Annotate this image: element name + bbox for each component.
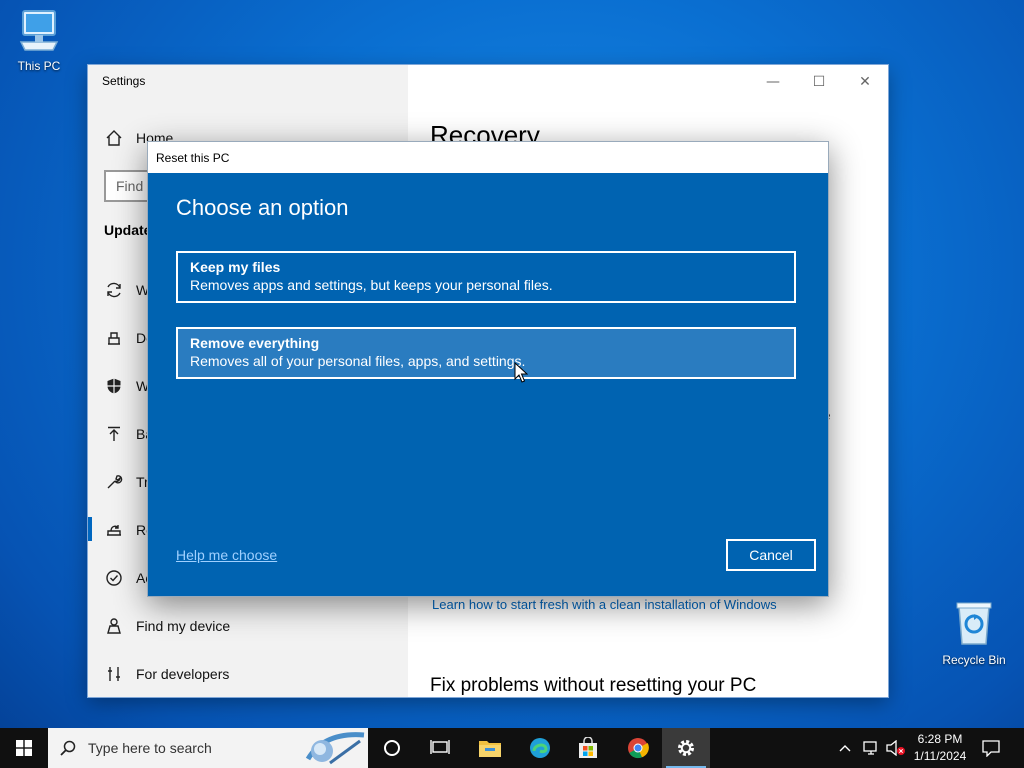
action-center-button[interactable] [982, 728, 1000, 768]
file-explorer-button[interactable] [466, 728, 514, 768]
search-highlight-icon [305, 732, 365, 765]
windows-logo-icon [16, 740, 32, 756]
developer-icon [104, 664, 124, 684]
store-icon [579, 737, 597, 758]
edge-icon [530, 738, 550, 758]
home-icon [104, 128, 124, 148]
recycle-bin-label: Recycle Bin [942, 653, 1006, 667]
sidebar-item-for-developers[interactable]: For developers [104, 661, 229, 687]
computer-icon [19, 10, 59, 51]
edge-button[interactable] [516, 728, 564, 768]
delivery-icon [104, 328, 124, 348]
cancel-button[interactable]: Cancel [726, 539, 816, 571]
recycle-bin-icon [956, 602, 992, 645]
network-button[interactable] [862, 728, 880, 768]
sync-icon [104, 280, 124, 300]
sidebar-item-find-my-device[interactable]: Find my device [104, 613, 230, 639]
minimize-icon: — [766, 74, 780, 90]
wrench-icon [104, 472, 124, 492]
this-pc-desktop-icon[interactable]: This PC [1, 8, 77, 73]
search-placeholder: Type here to search [88, 740, 212, 756]
learn-fresh-start-link[interactable]: Learn how to start fresh with a clean in… [432, 597, 777, 612]
minimize-button[interactable]: — [750, 67, 796, 97]
gear-icon [678, 740, 694, 756]
mouse-cursor-icon [514, 362, 528, 383]
keep-my-files-option[interactable]: Keep my files Removes apps and settings,… [176, 251, 796, 303]
chrome-button[interactable] [614, 728, 662, 768]
sidebar-item-backup[interactable]: Ba [104, 421, 153, 447]
close-button[interactable]: ✕ [842, 67, 888, 97]
clock-time: 6:28 PM [917, 732, 963, 746]
dialog-title: Reset this PC [156, 151, 230, 165]
fix-problems-heading: Fix problems without resetting your PC [430, 675, 757, 696]
option-description: Removes all of your personal files, apps… [190, 353, 526, 369]
taskbar-clock[interactable]: 6:28 PM 1/11/2024 [906, 731, 974, 765]
sidebar-item-label: For developers [136, 666, 230, 682]
person-icon [104, 616, 124, 636]
dialog-titlebar: Reset this PC [148, 142, 828, 173]
reset-pc-dialog: Reset this PC Choose an option Keep my f… [147, 141, 829, 597]
dialog-heading: Choose an option [176, 195, 349, 220]
settings-window-title: Settings [102, 74, 146, 88]
option-title: Remove everything [190, 335, 320, 351]
cancel-label: Cancel [749, 547, 793, 563]
backup-icon [104, 424, 124, 444]
option-title: Keep my files [190, 259, 281, 275]
maximize-icon: ☐ [812, 74, 826, 90]
chevron-up-icon [839, 745, 851, 752]
chrome-icon [628, 738, 649, 759]
option-description: Removes apps and settings, but keeps you… [190, 277, 553, 293]
remove-everything-option[interactable]: Remove everything Removes all of your pe… [176, 327, 796, 379]
sidebar-section-header: Update [104, 222, 152, 238]
help-me-choose-link[interactable]: Help me choose [176, 547, 277, 563]
task-view-button[interactable] [416, 728, 464, 768]
volume-button[interactable] [886, 728, 906, 768]
sidebar-item-troubleshoot[interactable]: Tr [104, 469, 149, 495]
recovery-icon [104, 520, 124, 540]
cortana-icon [384, 740, 400, 756]
settings-taskbar-button[interactable] [662, 728, 710, 768]
clock-date: 1/11/2024 [913, 749, 967, 763]
show-hidden-icons-button[interactable] [838, 728, 852, 768]
taskbar: Type here to search 6:28 PM 1/11/2024 [0, 728, 1024, 768]
this-pc-label: This PC [17, 59, 61, 73]
cortana-button[interactable] [368, 728, 416, 768]
search-icon [60, 740, 76, 756]
notification-icon [982, 740, 1000, 757]
start-button[interactable] [0, 728, 48, 768]
store-button[interactable] [564, 728, 612, 768]
activation-icon [104, 568, 124, 588]
maximize-button[interactable]: ☐ [796, 67, 842, 97]
sidebar-item-windows-security[interactable]: W [104, 373, 149, 399]
selected-indicator [88, 517, 92, 541]
sidebar-item-label: Find my device [136, 618, 231, 634]
settings-search-placeholder: Find [116, 178, 144, 194]
close-icon: ✕ [859, 74, 871, 90]
sidebar-item-activation[interactable]: Ac [104, 565, 152, 591]
network-icon [863, 741, 877, 755]
recycle-bin-desktop-icon[interactable]: Recycle Bin [936, 600, 1012, 667]
folder-icon [479, 741, 501, 757]
taskbar-search-box[interactable]: Type here to search [48, 728, 368, 768]
task-view-icon [430, 740, 450, 754]
shield-icon [104, 376, 124, 396]
sidebar-item-windows-update[interactable]: W [104, 277, 149, 303]
volume-muted-icon [886, 740, 905, 756]
